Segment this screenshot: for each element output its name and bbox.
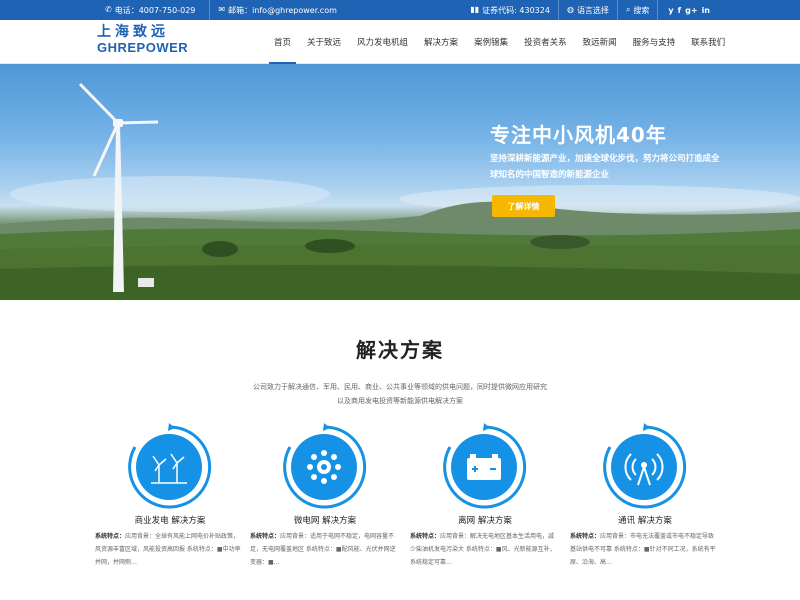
hero-subtitle: 坚持深耕新能源产业，加速全球化步伐，努力将公司打造成全球知名的中国智造的新能源企… [490,154,720,180]
card-title[interactable]: 商业发电 解决方案 [95,514,245,526]
nav-wind-turbines[interactable]: 风力发电机组 [349,20,416,64]
search-text[interactable]: 搜索 [633,5,649,16]
google-plus-icon[interactable]: g+ [685,6,697,15]
card-label: 系统特点： [250,533,281,540]
card-title[interactable]: 微电网 解决方案 [250,514,400,526]
logo-en[interactable]: GHREPOWER [97,40,188,56]
solutions-description: 公司致力于解决通信、军用、民用、商业、公共事业等领域的供电问题，同时提供微网应用… [240,380,560,408]
card-title[interactable]: 离网 解决方案 [410,514,560,526]
nav-support[interactable]: 服务与支持 [625,20,684,64]
card-label: 系统特点： [410,533,441,540]
learn-more-button[interactable]: 了解详情 [492,195,555,217]
twitter-icon[interactable]: y [668,6,673,15]
phone-text: 电话：4007-750-029 [114,5,196,15]
top-bar: ✆ 电话：4007-750-029 ✉ 邮箱：info@ghrepower.co… [0,0,800,20]
facebook-icon[interactable]: f [678,6,681,15]
main-nav: 首页 关于致远 风力发电机组 解决方案 案例锦集 投资者关系 致远新闻 服务与支… [266,20,733,64]
wind-turbine-icon[interactable] [125,423,213,511]
language-text[interactable]: 语言选择 [577,5,609,16]
solutions-title: 解决方案 [356,338,444,362]
nav-investors[interactable]: 投资者关系 [516,20,575,64]
card-description: 系统特点：应用背景：解决无电地区基本生活用电，减少柴油机发电污染大 系统特点：■… [410,530,560,569]
hero-title: 专注中小风机40年 [490,123,667,147]
email-text[interactable]: 邮箱：info@ghrepower.com [228,5,337,16]
nav-solutions[interactable]: 解决方案 [416,20,466,64]
card-title[interactable]: 通讯 解决方案 [570,514,720,526]
phone-contact: ✆ 电话：4007-750-029 [97,0,203,20]
nav-news[interactable]: 致远新闻 [575,20,625,64]
card-label: 系统特点： [95,533,126,540]
site-header: 上海致远 GHREPOWER 首页 关于致远 风力发电机组 解决方案 案例锦集 … [0,20,800,64]
stock-text[interactable]: 证券代码: 430324 [482,5,550,16]
stock-code[interactable]: ▮▮ 证券代码: 430324 [462,0,558,20]
search-icon: ⌕ [625,5,631,14]
hero-banner: 专注中小风机40年 坚持深耕新能源产业，加速全球化步伐，努力将公司打造成全球知名… [0,64,800,300]
linkedin-icon[interactable]: in [702,6,710,15]
card-description: 系统特点：应用背景：适用于电网不稳定，电网容量不足，无电网覆盖地区 系统特点：■… [250,530,400,569]
bar-chart-icon: ▮▮ [470,5,480,14]
nav-about[interactable]: 关于致远 [299,20,349,64]
logo[interactable]: 上海致远 GHREPOWER [97,24,188,56]
battery-icon[interactable] [440,423,528,511]
nav-contact[interactable]: 联系我们 [683,20,733,64]
globe-icon: ◍ [566,5,574,14]
nav-home[interactable]: 首页 [266,20,299,64]
solution-cards: 商业发电 解决方案 系统特点：应用背景：全球有风能上网电价补贴政策，风资源丰富区… [95,420,716,600]
social-links: y f g+ in [657,0,710,20]
solutions-description-line1: 公司致力于解决通信、军用、民用、商业、公共事业等领域的供电问题，同时提供微网应用… [253,383,547,391]
nav-cases[interactable]: 案例锦集 [466,20,516,64]
sun-gear-icon[interactable] [280,423,368,511]
logo-cn[interactable]: 上海致远 [97,24,188,40]
card-description: 系统特点：应用背景：全球有风能上网电价补贴政策，风资源丰富区域，风能投资高回报 … [95,530,245,569]
mail-icon: ✉ [218,5,226,14]
card-description: 系统特点：应用背景：市电无法覆盖或市电不稳定导致基站供电不可靠 系统特点：■针对… [570,530,720,569]
language-select[interactable]: ◍ 语言选择 [557,0,617,20]
signal-tower-icon[interactable] [600,423,688,511]
solutions-description-line2: 以及商用发电投资等新能源供电解决方案 [337,397,463,405]
search-link[interactable]: ⌕ 搜索 [616,0,657,20]
email-contact[interactable]: ✉ 邮箱：info@ghrepower.com [209,0,345,20]
card-label: 系统特点： [570,533,601,540]
phone-icon: ✆ [105,5,112,14]
